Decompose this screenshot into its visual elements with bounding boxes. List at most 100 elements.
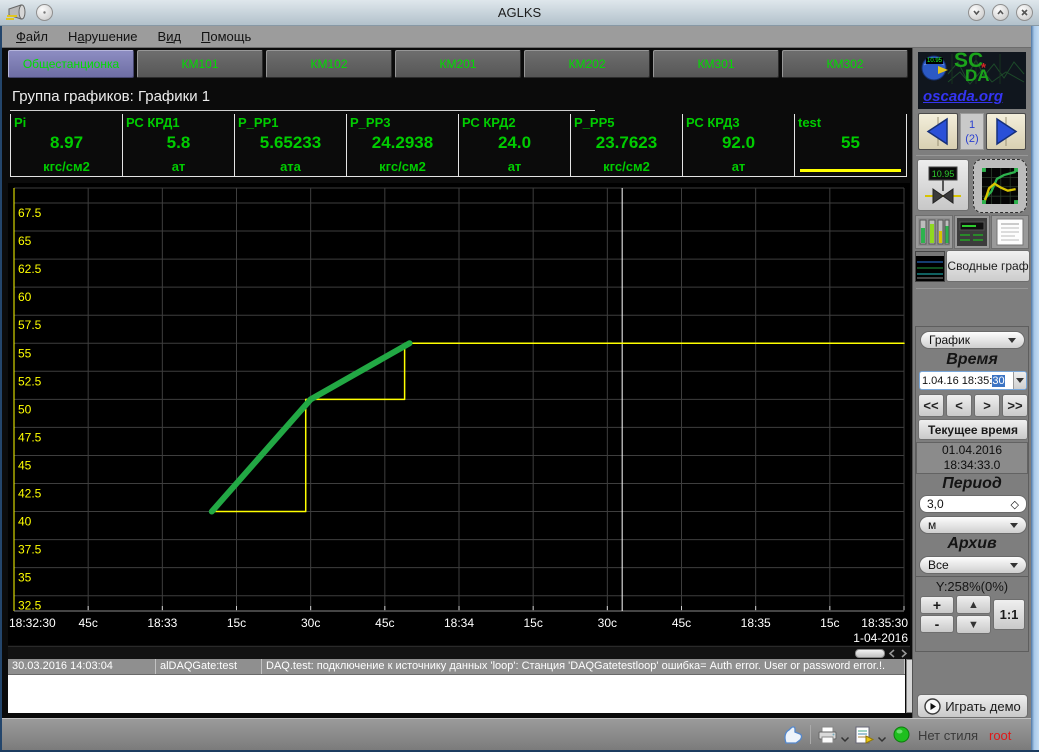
logo-da: DA [965, 66, 990, 86]
alarm-source: alDAQGate:test [156, 659, 262, 674]
style-status-text: Нет стиля [918, 728, 978, 743]
close-button[interactable] [1016, 4, 1033, 21]
view-type-select[interactable]: График [920, 331, 1025, 349]
chevron-down-icon [1008, 338, 1016, 343]
bar-gauges-icon [918, 218, 950, 246]
svg-text:60: 60 [18, 290, 32, 304]
menu-help[interactable]: Помощь [191, 27, 261, 46]
page-title: Группа графиков: Графики 1 [12, 88, 210, 105]
minimize-button[interactable] [968, 4, 985, 21]
arrow-left-icon [921, 116, 955, 147]
tab-km101[interactable]: КМ101 [137, 50, 263, 78]
prev-page-button[interactable] [918, 113, 958, 150]
graph-view-button[interactable] [973, 159, 1027, 213]
param-cell: P_PP523.7623кгс/см2 [571, 114, 683, 176]
one-to-one-button[interactable]: 1:1 [993, 599, 1025, 630]
scroll-right-arrow[interactable] [898, 648, 910, 659]
tab-km102[interactable]: КМ102 [266, 50, 392, 78]
svg-text:37.5: 37.5 [18, 543, 42, 557]
user-name[interactable]: root [989, 728, 1011, 743]
divider [916, 576, 1028, 577]
svg-text:45: 45 [18, 458, 32, 472]
chart-icon [982, 163, 1018, 209]
window-frame [0, 26, 2, 752]
current-time-button[interactable]: Текущее время [918, 419, 1028, 440]
svg-text:65: 65 [18, 234, 32, 248]
maximize-button[interactable] [992, 4, 1009, 21]
tab-obshestantsionka[interactable]: Общестанционка [8, 50, 134, 78]
logo-badge: 10.95 [926, 58, 943, 64]
print-options-chevron[interactable] [840, 730, 850, 748]
period-input[interactable]: 3,0◇ [919, 495, 1027, 513]
time-next-button[interactable]: > [974, 394, 1000, 417]
summary-graphs-button[interactable]: Сводные граф [946, 250, 1030, 282]
mnemo-view-button[interactable]: 10.95 [917, 159, 969, 211]
time-first-button[interactable]: << [918, 394, 944, 417]
alarm-list: 30.03.2016 14:03:04 alDAQGate:test DAQ.t… [8, 659, 905, 713]
svg-text:45c: 45c [672, 616, 691, 630]
oscada-logo[interactable]: 10.95 SC * DA oscada.org [918, 52, 1026, 109]
svg-text:15c: 15c [227, 616, 246, 630]
parameter-panel: Pi8.97кгс/см2 РС КРД15.8ат P_PP15.65233а… [10, 114, 907, 177]
scroll-left-arrow[interactable] [886, 648, 898, 659]
y-scale-label: Y:258%(0%) [916, 579, 1028, 594]
divider [916, 288, 1028, 289]
period-unit-select[interactable]: м [919, 516, 1027, 534]
panel-view-button[interactable] [954, 215, 990, 249]
menu-view[interactable]: Вид [148, 27, 192, 46]
printer-icon [817, 725, 838, 745]
spinner-icon[interactable]: ◇ [1011, 498, 1019, 511]
export-options-chevron[interactable] [877, 730, 887, 748]
chevron-down-icon [1016, 378, 1024, 383]
alarm-datetime: 30.03.2016 14:03:04 [8, 659, 156, 674]
menu-file[interactable]: Файл [6, 27, 58, 46]
combo-dropdown[interactable] [1013, 372, 1026, 389]
gauges-view-button[interactable] [915, 215, 953, 249]
trend-chart[interactable]: 67.56562.56057.55552.55047.54542.54037.5… [8, 183, 910, 645]
tab-km201[interactable]: КМ201 [395, 50, 521, 78]
time-prev-button[interactable]: < [946, 394, 972, 417]
period-section-header: Период [916, 475, 1028, 493]
svg-text:42.5: 42.5 [18, 487, 42, 501]
archive-select[interactable]: Все [919, 556, 1027, 574]
header-rule [10, 110, 595, 111]
svg-text:40: 40 [18, 515, 32, 529]
svg-text:18:35:30: 18:35:30 [861, 616, 908, 630]
zoom-out-button[interactable]: - [920, 615, 954, 633]
svg-text:45c: 45c [375, 616, 394, 630]
svg-text:35: 35 [18, 571, 32, 585]
zoom-in-button[interactable]: + [920, 596, 954, 614]
time-last-button[interactable]: >> [1002, 394, 1028, 417]
svg-text:18:33: 18:33 [147, 616, 177, 630]
tab-km302[interactable]: КМ302 [782, 50, 908, 78]
mini-trends-icon [916, 252, 944, 281]
document-icon [995, 218, 1025, 246]
document-view-button[interactable] [991, 215, 1029, 249]
tab-km301[interactable]: КМ301 [653, 50, 779, 78]
param-cell: РС КРД224.0ат [459, 114, 571, 176]
menu-violation[interactable]: Нарушение [58, 27, 148, 46]
print-button[interactable] [817, 725, 838, 750]
time-input[interactable]: 1.04.16 18:35:30 [919, 371, 1027, 390]
export-button[interactable] [854, 725, 875, 750]
svg-text:62.5: 62.5 [18, 262, 42, 276]
svg-text:10.95: 10.95 [932, 169, 955, 179]
hand-icon [782, 725, 804, 745]
alarm-quiet-button[interactable] [782, 725, 804, 750]
chart-hscrollbar[interactable] [8, 646, 910, 659]
status-indicator [893, 726, 910, 748]
shift-up-button[interactable]: ▲ [956, 595, 991, 614]
shift-down-button[interactable]: ▼ [956, 615, 991, 634]
green-circle-icon [893, 726, 910, 743]
hscrollbar-thumb[interactable] [855, 649, 885, 658]
tab-km202[interactable]: КМ202 [524, 50, 650, 78]
svg-text:45c: 45c [78, 616, 97, 630]
chevron-down-icon [971, 7, 982, 18]
play-demo-button[interactable]: Играть демо [917, 694, 1028, 718]
time-section-header: Время [916, 351, 1028, 369]
next-page-button[interactable] [986, 113, 1026, 150]
alarm-row[interactable]: 30.03.2016 14:03:04 alDAQGate:test DAQ.t… [8, 659, 905, 675]
export-icon [854, 725, 875, 745]
summary-thumb[interactable] [915, 251, 945, 282]
archive-section-header: Архив [916, 535, 1028, 553]
